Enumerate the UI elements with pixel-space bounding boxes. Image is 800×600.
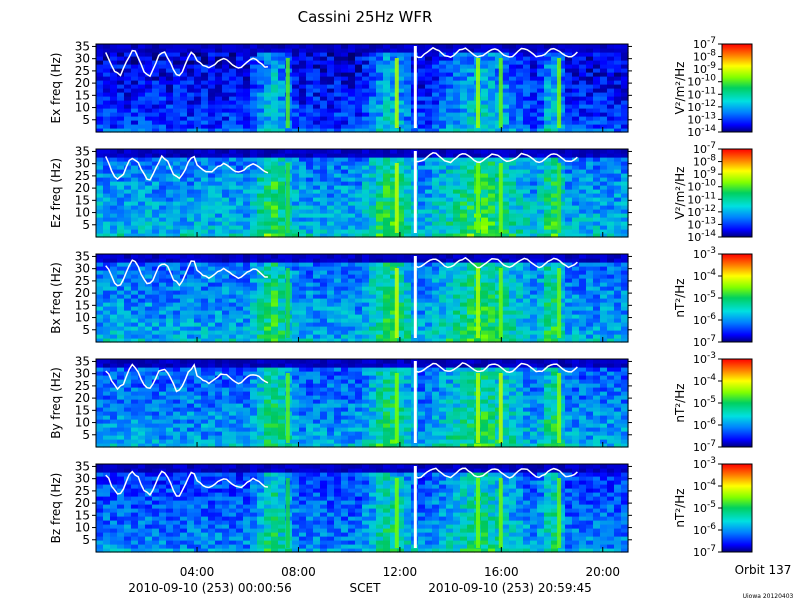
ytick-label-2-15: 15 [75,298,90,312]
ylabel-0: Ex freq (Hz) [49,53,63,124]
ytick-label-0-30: 30 [75,52,90,66]
time-start-label: 2010-09-10 (253) 00:00:56 [128,581,292,595]
ytick-label-0-5: 5 [82,113,90,127]
panel-0: 5101520253035Ex freq (Hz)10-710-810-910-… [49,36,753,139]
ytick-label-2-35: 35 [75,249,90,263]
ytick-label-0-15: 15 [75,88,90,102]
colorbar-3 [721,358,753,448]
ytick-label-1-30: 30 [75,157,90,171]
ytick-label-3-10: 10 [75,416,90,430]
cbar-tick-label-2-3: 10-6 [693,312,716,327]
cbar-tick-label-4-2: 10-5 [693,500,716,515]
cbar-tick-label-3-4: 10-7 [693,439,716,454]
ytick-label-3-35: 35 [75,354,90,368]
ytick-label-1-25: 25 [75,169,90,183]
spectrogram-4 [96,464,629,553]
ylabel-4: Bz freq (Hz) [49,473,63,544]
colorbar-label-4: nT²/Hz [673,488,687,527]
ytick-label-2-30: 30 [75,262,90,276]
gap-marker-0 [413,46,417,128]
ytick-label-1-20: 20 [75,181,90,195]
ytick-label-0-20: 20 [75,76,90,90]
spectrogram-0 [96,44,629,133]
cbar-tick-label-3-2: 10-5 [693,395,716,410]
ytick-label-3-20: 20 [75,391,90,405]
ytick-label-4-25: 25 [75,484,90,498]
colorbar-1 [721,148,753,238]
cbar-tick-label-2-0: 10-3 [693,246,716,261]
time-end-label: 2010-09-10 (253) 20:59:45 [428,581,592,595]
ytick-label-3-30: 30 [75,367,90,381]
colorbar-label-3: nT²/Hz [673,383,687,422]
ytick-label-0-35: 35 [75,39,90,53]
panel-3: 5101520253035 By freq (Hz) 10-3 10-4 10-5 10-… [49,351,753,454]
time-tick-label-0: 04:00 [180,565,215,579]
ytick-label-4-15: 15 [75,508,90,522]
ytick-label-1-15: 15 [75,193,90,207]
gap-marker-3 [413,361,417,443]
ytick-label-3-25: 25 [75,379,90,393]
ytick-label-1-35: 35 [75,144,90,158]
panel-2: 5101520253035 Bx freq (Hz) 10-3 10-4 10-5 10-… [49,246,753,349]
colorbar-label-2: nT²/Hz [673,278,687,317]
ytick-label-4-30: 30 [75,472,90,486]
colorbar-4 [721,463,753,553]
ytick-label-3-5: 5 [82,428,90,442]
panel-4: 5101520253035 Bz freq (Hz) 10-3 10-4 10-5 10-… [49,456,753,559]
ytick-label-1-5: 5 [82,218,90,232]
gap-marker-1 [413,151,417,233]
ytick-label-4-5: 5 [82,533,90,547]
panels: 5101520253035Ex freq (Hz)10-710-810-910-… [49,36,753,559]
cbar-tick-label-0-7: 10-14 [687,124,716,139]
gap-marker-2 [413,256,417,338]
gap-marker-4 [413,466,417,548]
ytick-label-3-15: 15 [75,403,90,417]
time-tick-label-4: 20:00 [585,565,620,579]
ytick-label-0-10: 10 [75,101,90,115]
cbar-tick-label-3-0: 10-3 [693,351,716,366]
ylabel-2: Bx freq (Hz) [49,262,63,334]
ytick-label-4-10: 10 [75,521,90,535]
ylabel-3: By freq (Hz) [49,367,63,439]
cbar-tick-label-4-3: 10-6 [693,522,716,537]
cbar-tick-label-4-0: 10-3 [693,456,716,471]
ytick-label-2-10: 10 [75,311,90,325]
colorbar-2 [721,253,753,343]
spectrogram-3 [96,359,629,448]
colorbar-label-0: V²/m²/Hz [673,62,687,115]
cbar-tick-label-3-3: 10-6 [693,417,716,432]
colorbar-0 [721,43,753,133]
cbar-tick-label-2-4: 10-7 [693,334,716,349]
time-tick-label-1: 08:00 [281,565,316,579]
ytick-label-1-10: 10 [75,206,90,220]
ytick-label-2-25: 25 [75,274,90,288]
ytick-label-2-5: 5 [82,323,90,337]
ytick-label-2-20: 20 [75,286,90,300]
figure-canvas: Cassini 25Hz WFR 5101520253035Ex freq (H… [49,8,794,600]
time-tick-label-3: 16:00 [484,565,519,579]
ytick-label-4-20: 20 [75,496,90,510]
figure-title: Cassini 25Hz WFR [298,8,433,26]
colorbar-label-1: V²/m²/Hz [673,167,687,220]
cbar-tick-label-3-1: 10-4 [693,373,716,388]
ytick-label-4-35: 35 [75,459,90,473]
cbar-tick-label-4-1: 10-4 [693,478,716,493]
time-axis-label: SCET [350,581,382,595]
spectrogram-1 [96,149,629,238]
orbit-label: Orbit 137 [735,563,792,577]
cbar-tick-label-2-2: 10-5 [693,290,716,305]
credit-label: Uiowa 20120403 [743,593,794,600]
cbar-tick-label-2-1: 10-4 [693,268,716,283]
cbar-tick-label-4-4: 10-7 [693,544,716,559]
time-tick-label-2: 12:00 [383,565,418,579]
cbar-tick-label-1-7: 10-14 [687,229,716,244]
ytick-label-0-25: 25 [75,64,90,78]
ylabel-1: Ez freq (Hz) [49,158,63,228]
panel-1: 5101520253035Ez freq (Hz)10-710-810-910-… [49,141,753,244]
spectrogram-2 [96,254,629,343]
